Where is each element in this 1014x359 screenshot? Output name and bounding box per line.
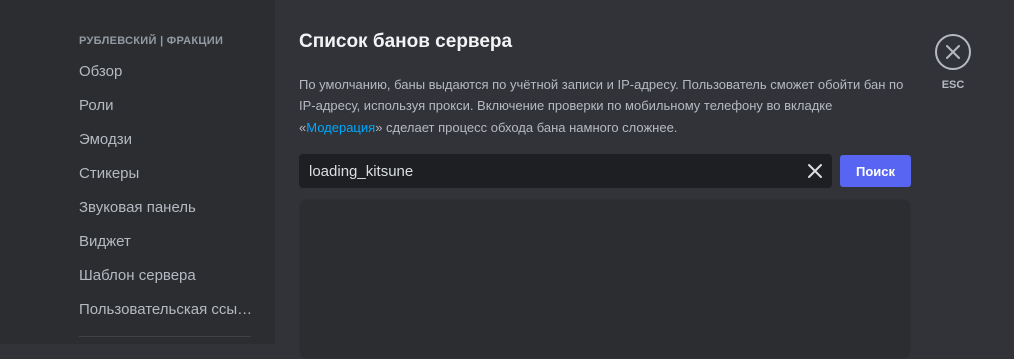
sidebar-item-overview[interactable]: Обзор — [69, 57, 257, 87]
close-circle-icon — [946, 45, 960, 59]
esc-label: ESC — [941, 79, 965, 91]
server-name-header: РУБЛЕВСКИЙ | ФРАКЦИИ — [79, 35, 224, 47]
description-text-end: » сделает процесс обхода бана намного сл… — [375, 119, 678, 135]
x-icon[interactable] — [806, 162, 824, 180]
sidebar-divider — [79, 336, 251, 337]
ban-list-panel — [299, 199, 911, 359]
page-title: Список банов сервера — [299, 31, 513, 52]
search-button[interactable]: Поиск — [840, 155, 911, 187]
close-button[interactable] — [935, 34, 971, 70]
sidebar-item-emoji[interactable]: Эмодзи — [69, 125, 257, 155]
sidebar-item-roles[interactable]: Роли — [69, 91, 257, 121]
ban-description: По умолчанию, баны выдаются по учётной з… — [299, 74, 909, 138]
sidebar-item-vanity-url[interactable]: Пользовательская ссылка — [69, 295, 257, 325]
sidebar-item-widget[interactable]: Виджет — [69, 227, 257, 257]
sidebar-item-soundboard[interactable]: Звуковая панель — [69, 193, 257, 223]
sidebar-item-server-template[interactable]: Шаблон сервера — [69, 261, 257, 291]
ban-search-input[interactable] — [299, 154, 789, 188]
moderation-link[interactable]: Модерация — [306, 120, 375, 135]
settings-sidebar: РУБЛЕВСКИЙ | ФРАКЦИИ Обзор Роли Эмодзи С… — [0, 0, 275, 344]
sidebar-item-stickers[interactable]: Стикеры — [69, 159, 257, 189]
ban-search-box — [299, 154, 832, 188]
